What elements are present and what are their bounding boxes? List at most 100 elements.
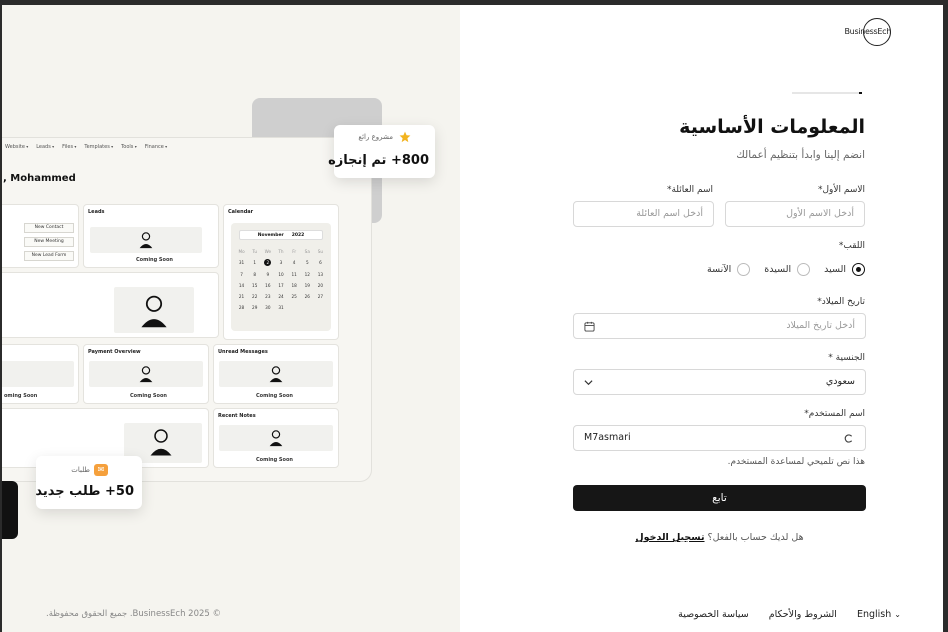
requests-stat-card: ✉ طلبات 50+ طلب جديد [35, 456, 142, 509]
calendar-grid: Mo Tu We Th Fr Sa Su 31 1 2 3 4 5 6 7 8 9 10 11 12 13 14 15 16 1… [235, 249, 327, 310]
radio-icon [737, 263, 751, 276]
calendar-day: 11 [291, 272, 297, 277]
overview-card [2, 272, 219, 338]
calendar-day: 13 [317, 272, 324, 277]
decorative-block [2, 481, 18, 539]
card-title: Payment Overview [88, 349, 141, 355]
calendar-card: Calendar November 2022 Mo Tu We Th Fr Sa Su 31 1… [223, 204, 339, 340]
calendar-weekday: Mo [238, 249, 245, 254]
title-option-mr[interactable]: السيد [824, 263, 865, 276]
calendar-day: 20 [317, 283, 324, 288]
language-selector[interactable]: English ⌄ [857, 609, 901, 620]
calendar-year: 2022 [291, 233, 305, 238]
continue-button[interactable]: تابع [573, 485, 866, 511]
terms-link[interactable]: الشروط والأحكام [769, 609, 837, 620]
calendar-day: 3 [279, 260, 283, 265]
person-illustration-icon [150, 429, 172, 456]
radio-label: الآنسة [707, 264, 732, 275]
calendar-icon[interactable] [584, 321, 595, 332]
illustration [90, 227, 202, 253]
card-title: Calendar [228, 209, 254, 215]
first-name-placeholder: أدخل الاسم الأول [786, 208, 854, 219]
calendar-day: 8 [253, 272, 257, 277]
projects-stat-value: 800+ تم إنجازه [328, 153, 429, 168]
calendar-day: 31 [278, 305, 284, 310]
person-illustration-icon [269, 366, 283, 383]
calendar-day: 4 [292, 260, 296, 265]
coming-soon-label: Coming Soon [136, 257, 173, 263]
calendar-day: 22 [252, 294, 258, 299]
title-option-mrs[interactable]: السيدة [764, 263, 811, 276]
person-illustration-icon [141, 295, 167, 328]
nav-item: Tools [121, 144, 137, 150]
calendar-selected-day: 2 [264, 259, 272, 266]
first-name-field[interactable]: أدخل الاسم الأول [725, 201, 865, 227]
birthdate-placeholder: أدخل تاريخ الميلاد [786, 320, 855, 331]
calendar-day: 25 [291, 294, 297, 299]
birthdate-label: تاريخ الميلاد* [817, 297, 865, 307]
nationality-label: الجنسية * [828, 353, 865, 363]
nationality-select[interactable]: سعودي [573, 369, 866, 395]
preview-panel: Website Leads Files Templates Tools Fina… [2, 5, 460, 632]
person-illustration-icon [269, 430, 283, 447]
calendar-day: 16 [265, 283, 271, 288]
payment-overview-card: Payment Overview Coming Soon [83, 344, 209, 404]
birthdate-field[interactable]: أدخل تاريخ الميلاد [573, 313, 866, 339]
calendar-widget: November 2022 Mo Tu We Th Fr Sa Su 31 1 2 3 4 5 6 7 8 9 1… [231, 223, 331, 331]
calendar-day: 19 [304, 283, 310, 288]
coming-soon-label: Coming Soon [256, 457, 293, 463]
projects-stat-card: مشروع رائع 800+ تم إنجازه [328, 125, 435, 178]
calendar-day: 7 [240, 272, 243, 277]
person-illustration-icon [139, 232, 153, 249]
calendar-day: 12 [304, 272, 310, 277]
calendar-weekday: Tu [252, 249, 257, 254]
signin-prompt: هل لديك حساب بالفعل؟ تسجيل الدخول [573, 532, 866, 543]
title-label: اللقب* [838, 241, 865, 251]
card-title: Leads [88, 209, 105, 215]
nav-item: Finance [145, 144, 167, 150]
calendar-day: 24 [278, 294, 284, 299]
new-meeting-button: New Meeting [24, 237, 74, 247]
radio-label: السيدة [764, 264, 792, 275]
page-title: المعلومات الأساسية [679, 116, 865, 138]
calendar-day: 14 [238, 283, 245, 288]
username-hint: هذا نص تلميحي لمساعدة المستخدم. [727, 457, 865, 467]
calendar-day: 6 [319, 260, 322, 265]
copyright-text: © 2025 BusinessEch. جميع الحقوق محفوظة. [46, 609, 222, 619]
radio-selected-icon [852, 263, 865, 276]
calendar-day: 17 [278, 283, 284, 288]
card-title: Unread Messages [218, 349, 268, 355]
chevron-down-icon[interactable] [584, 379, 593, 386]
calendar-day: 28 [238, 305, 245, 310]
calendar-day: 30 [265, 305, 271, 310]
last-name-placeholder: أدخل اسم العائلة [636, 208, 703, 219]
leads-card: Leads Coming Soon [83, 204, 219, 268]
calendar-weekday: Sa [304, 249, 310, 254]
username-value: M7asmari [584, 432, 631, 443]
username-label: اسم المستخدم* [804, 409, 865, 419]
title-option-miss[interactable]: الآنسة [707, 263, 751, 276]
calendar-month: November [257, 233, 284, 238]
quick-actions-card: New Contact New Meeting New Lead Form [2, 204, 79, 268]
calendar-day: 5 [305, 260, 309, 265]
projects-stat-label: مشروع رائع [358, 133, 393, 141]
card-title: Recent Notes [218, 413, 256, 419]
illustration [2, 361, 74, 387]
recent-notes-card: Recent Notes Coming Soon [213, 408, 339, 468]
calendar-day: 1 [253, 260, 257, 265]
new-lead-form-button: New Lead Form [24, 251, 74, 261]
loading-spinner-icon [844, 434, 853, 443]
calendar-day: 21 [238, 294, 245, 299]
last-name-field[interactable]: أدخل اسم العائلة [573, 201, 714, 227]
username-field[interactable]: M7asmari [573, 425, 866, 451]
unread-messages-card: Unread Messages Coming Soon [213, 344, 339, 404]
calendar-day: 15 [252, 283, 258, 288]
calendar-header: November 2022 [239, 230, 323, 240]
illustration [219, 361, 333, 387]
signin-link[interactable]: تسجيل الدخول [635, 532, 704, 543]
requests-stat-label: طلبات [71, 466, 90, 474]
calendar-day: 18 [291, 283, 297, 288]
page-subtitle: انضم إلينا وابدأ بتنظيم أعمالك [736, 149, 865, 161]
privacy-link[interactable]: سياسة الخصوصية [678, 609, 749, 620]
signup-progress-bar [792, 92, 862, 94]
